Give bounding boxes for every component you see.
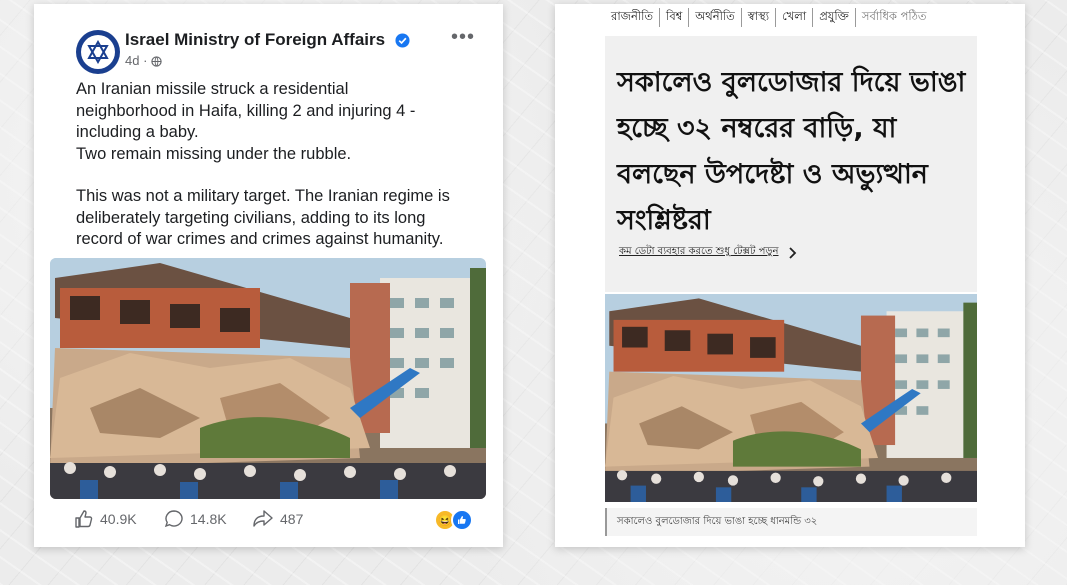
reactions[interactable]: 😆: [434, 509, 473, 531]
facebook-post-card: Israel Ministry of Foreign Affairs 4d · …: [34, 4, 503, 547]
article-photo[interactable]: [605, 294, 977, 502]
category-nav: রাজনীতি বিশ্ব অর্থনীতি স্বাস্থ্য খেলা প্…: [605, 4, 933, 30]
text-only-link[interactable]: কম ডেটা ব্যবহার করতে শুধু টেক্সট পড়ুন: [619, 244, 797, 261]
nav-item[interactable]: প্রযুক্তি: [812, 7, 855, 27]
globe-icon: [151, 56, 162, 67]
page-avatar[interactable]: [76, 30, 120, 74]
nav-item[interactable]: বিশ্ব: [659, 7, 688, 27]
like-button[interactable]: 40.9K: [74, 509, 137, 529]
post-line: including a baby.: [76, 123, 199, 141]
news-article-card: রাজনীতি বিশ্ব অর্থনীতি স্বাস্থ্য খেলা প্…: [555, 4, 1025, 547]
like-count: 40.9K: [100, 511, 137, 527]
post-line: neighborhood in Haifa, killing 2 and inj…: [76, 101, 416, 120]
post-meta: 4d ·: [125, 53, 162, 68]
comment-icon: [164, 509, 184, 529]
nav-item-most-read[interactable]: সর্বাধিক পঠিত: [854, 7, 933, 27]
article-headline: সকালেও বুলডোজার দিয়ে ভাঙা হচ্ছে ৩২ নম্ব…: [617, 60, 967, 244]
share-button[interactable]: 487: [252, 509, 303, 529]
post-line: Two remain missing under the rubble.: [76, 144, 352, 163]
post-time[interactable]: 4d: [125, 53, 139, 68]
comment-count: 14.8K: [190, 511, 227, 527]
nav-item[interactable]: রাজনীতি: [605, 8, 659, 27]
more-options-icon[interactable]: •••: [451, 26, 475, 49]
nav-item[interactable]: অর্থনীতি: [688, 7, 740, 27]
like-reaction-icon: [451, 509, 473, 531]
post-actions: 40.9K 14.8K 487 😆: [74, 507, 473, 531]
post-line: An Iranian missile struck a residential: [76, 80, 349, 98]
headline-line: বলছেন উপদেষ্টা ও অভ্যুত্থান: [617, 159, 928, 190]
chevron-right-icon: [788, 246, 797, 259]
headline-line: সংশ্লিষ্টরা: [617, 205, 711, 236]
page-name[interactable]: Israel Ministry of Foreign Affairs: [125, 30, 410, 50]
verified-badge-icon: [395, 33, 410, 48]
headline-line: হচ্ছে ৩২ নম্বরের বাড়ি, যা: [617, 113, 897, 144]
photo-caption: সকালেও বুলডোজার দিয়ে ভাঙা হচ্ছে ধানমন্ড…: [605, 508, 977, 536]
comment-button[interactable]: 14.8K: [164, 509, 227, 529]
post-text: An Iranian missile struck a residential …: [76, 79, 486, 251]
post-line: This was not a military target. The Iran…: [76, 187, 450, 205]
share-count: 487: [280, 511, 304, 527]
thumbs-up-icon: [74, 509, 94, 529]
star-of-david-icon: [81, 35, 115, 69]
nav-item[interactable]: স্বাস্থ্য: [740, 7, 775, 27]
post-line: record of war crimes and crimes against …: [76, 230, 444, 248]
headline-box: সকালেও বুলডোজার দিয়ে ভাঙা হচ্ছে ৩২ নম্ব…: [605, 36, 977, 292]
share-icon: [252, 509, 274, 529]
nav-item[interactable]: খেলা: [775, 7, 812, 27]
post-photo[interactable]: [50, 258, 486, 499]
headline-line: সকালেও বুলডোজার দিয়ে ভাঙা: [617, 67, 966, 98]
post-line: deliberately targeting civilians, adding…: [76, 208, 426, 227]
